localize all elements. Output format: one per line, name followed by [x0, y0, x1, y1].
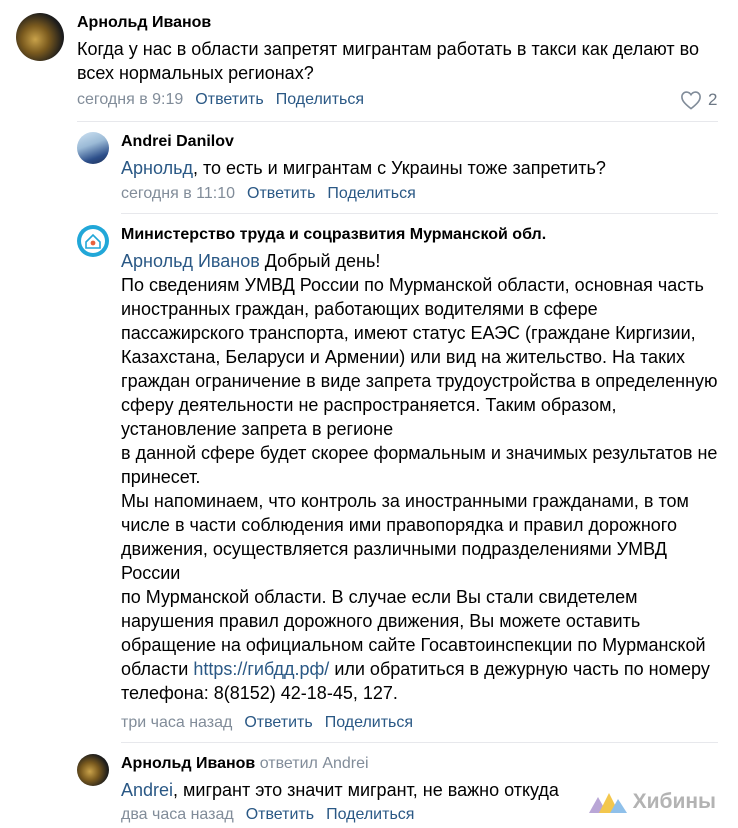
paragraph: по Мурманской области. В случае если Вы … — [121, 587, 710, 703]
comment-time[interactable]: два часа назад — [121, 806, 234, 823]
heart-icon — [681, 91, 701, 110]
paragraph: Мы напоминаем, что контроль за иностранн… — [121, 491, 689, 583]
reply-button[interactable]: Ответить — [246, 806, 314, 823]
ministry-logo-icon — [81, 229, 105, 253]
avatar[interactable] — [16, 13, 64, 61]
comment-author[interactable]: Арнольд Иванов — [77, 14, 211, 32]
reply-button[interactable]: Ответить — [244, 714, 312, 731]
comment-author[interactable]: Andrei Danilov — [121, 133, 234, 151]
avatar[interactable] — [77, 754, 109, 786]
mention-link[interactable]: Andrei — [121, 780, 173, 800]
mention-link[interactable]: Арнольд — [121, 158, 193, 178]
divider — [77, 121, 718, 122]
comment-time[interactable]: сегодня в 11:10 — [121, 185, 235, 202]
share-button[interactable]: Поделиться — [327, 185, 415, 202]
author-name[interactable]: Арнольд Иванов — [121, 755, 255, 772]
comment-author[interactable]: Министерство труда и соцразвития Мурманс… — [121, 226, 546, 244]
replied-to[interactable]: ответил Andrei — [260, 755, 369, 772]
reply-button[interactable]: Ответить — [247, 185, 315, 202]
reply-button[interactable]: Ответить — [195, 91, 263, 108]
comment-meta: три часа назад Ответить Поделиться — [121, 714, 413, 732]
mention-link[interactable]: Арнольд Иванов — [121, 251, 260, 271]
comment-meta: сегодня в 11:10 Ответить Поделиться — [121, 185, 416, 203]
comment-text: Арнольд, то есть и мигрантам с Украины т… — [121, 158, 606, 178]
share-button[interactable]: Поделиться — [276, 91, 364, 108]
paragraph: в данной сфере будет скорее формальным и… — [121, 443, 718, 487]
comment-author: Арнольд Иванов ответил Andrei — [121, 755, 369, 773]
share-button[interactable]: Поделиться — [325, 714, 413, 731]
comment-meta: сегодня в 9:19 Ответить Поделиться — [77, 91, 364, 109]
comment-time[interactable]: три часа назад — [121, 714, 232, 731]
mountains-logo-icon — [588, 793, 627, 813]
like-count: 2 — [708, 90, 718, 109]
like-button[interactable]: 2 — [680, 90, 717, 110]
avatar[interactable] — [77, 132, 109, 164]
comment-time[interactable]: сегодня в 9:19 — [77, 91, 183, 108]
comment-text: Когда у нас в области запретят мигрантам… — [77, 39, 699, 83]
divider — [121, 213, 718, 214]
divider — [121, 742, 718, 743]
gibdd-link[interactable]: https://гибдд.рф/ — [193, 659, 329, 679]
watermark-text: Хибины — [632, 790, 716, 813]
share-button[interactable]: Поделиться — [326, 806, 414, 823]
paragraph: По сведениям УМВД России по Мурманской о… — [121, 275, 718, 439]
comment-meta: два часа назад Ответить Поделиться — [121, 806, 414, 824]
avatar[interactable] — [77, 225, 109, 257]
watermark: Хибины — [588, 790, 716, 814]
comment-text: Арнольд Иванов Добрый день! По сведениям… — [121, 251, 718, 703]
